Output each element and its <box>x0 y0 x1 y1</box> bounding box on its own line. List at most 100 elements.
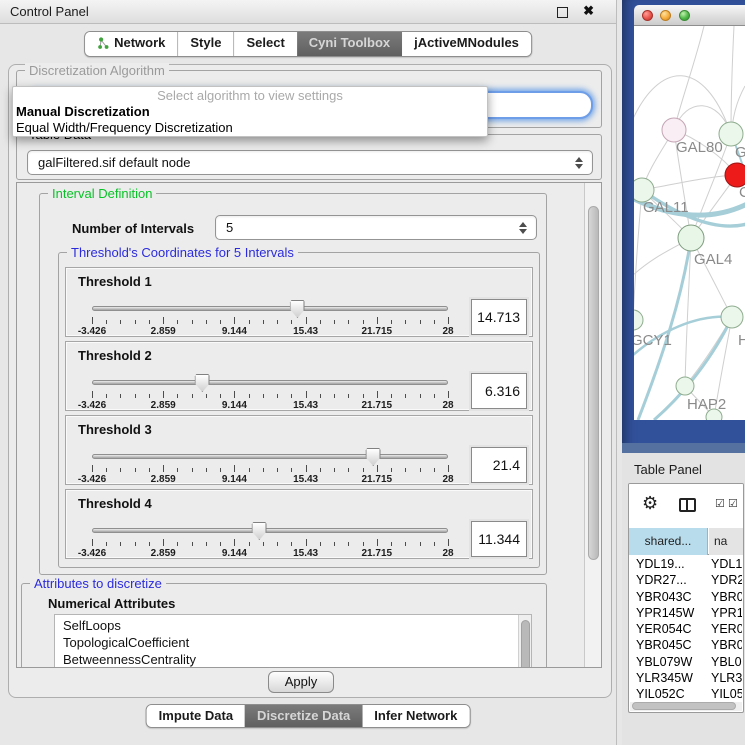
tab-select[interactable]: Select <box>233 32 296 56</box>
table-cell[interactable]: YIL05 <box>708 686 742 702</box>
attribute-item[interactable]: TopologicalCoefficient <box>55 634 531 651</box>
float-window-icon[interactable] <box>557 7 568 18</box>
column-header-shared-name[interactable]: shared... <box>629 528 708 555</box>
network-canvas[interactable]: GAL80 GA C GAL11 GAL4 GCY1 H HAP2 <box>634 26 745 420</box>
select-columns-icon[interactable] <box>715 498 725 510</box>
table-cell[interactable]: YLR345W <box>629 670 708 686</box>
number-of-intervals-combobox[interactable]: 5 <box>215 215 537 240</box>
network-icon <box>97 37 109 52</box>
threshold-2-slider[interactable]: -3.4262.8599.14415.4321.71528 <box>92 378 448 410</box>
table-data-combobox[interactable]: galFiltered.sif default node <box>27 150 593 175</box>
table-cell[interactable]: YBL079W <box>629 654 708 670</box>
table-cell[interactable]: YPR14 <box>708 605 742 621</box>
slider-thumb[interactable] <box>195 374 210 392</box>
zoom-traffic-light-icon[interactable] <box>679 10 690 21</box>
network-view-window: GAL80 GA C GAL11 GAL4 GCY1 H HAP2 <box>622 0 745 453</box>
apply-button[interactable]: Apply <box>268 671 334 693</box>
table-row[interactable]: YDL19...YDL19 <box>629 556 743 572</box>
tab-network[interactable]: Network <box>85 32 177 56</box>
threshold-4-slider[interactable]: -3.4262.8599.14415.4321.71528 <box>92 526 448 558</box>
table-row[interactable]: YIL052CYIL05 <box>629 686 743 702</box>
table-cell[interactable]: YDR27... <box>629 572 708 588</box>
slider-track[interactable] <box>92 380 448 385</box>
vertical-scrollbar[interactable] <box>584 183 601 667</box>
table-cell[interactable]: YPR145W <box>629 605 708 621</box>
tab-discretize-data[interactable]: Discretize Data <box>245 705 362 727</box>
table-row[interactable]: YPR145WYPR14 <box>629 605 743 621</box>
table-row[interactable]: YBR045CYBR04 <box>629 637 743 653</box>
slider-thumb[interactable] <box>290 300 305 318</box>
slider-track[interactable] <box>92 528 448 533</box>
table-row[interactable]: YBR043CYBR04 <box>629 589 743 605</box>
table-header: shared... na <box>629 528 743 555</box>
select-all-columns-icon[interactable] <box>728 498 738 510</box>
table-cell[interactable]: YDL19 <box>708 556 742 572</box>
gear-icon[interactable] <box>642 493 658 514</box>
algorithm-dropdown-popup: Select algorithm to view settings Manual… <box>12 86 488 137</box>
node-hap2[interactable] <box>676 377 694 395</box>
control-panel-titlebar: Control Panel <box>0 0 616 24</box>
node-label-hap2: HAP2 <box>687 396 726 413</box>
table-cell[interactable]: YER05 <box>708 621 742 637</box>
table-row[interactable]: YBL079WYBL07 <box>629 654 743 670</box>
slider-thumb[interactable] <box>366 448 381 466</box>
dropdown-prompt[interactable]: Select algorithm to view settings <box>13 87 487 104</box>
table-cell[interactable]: YLR34 <box>708 670 742 686</box>
threshold-2-value[interactable]: 6.316 <box>471 373 527 409</box>
close-traffic-light-icon[interactable] <box>642 10 653 21</box>
attribute-item[interactable]: SelfLoops <box>55 617 531 634</box>
table-cell[interactable]: YIL052C <box>629 686 708 702</box>
tab-jactivemnodules[interactable]: jActiveMNodules <box>402 32 531 56</box>
node-gal4[interactable] <box>678 225 704 251</box>
threshold-3-value[interactable]: 21.4 <box>471 447 527 483</box>
node-label-h: H <box>738 332 745 349</box>
close-icon[interactable] <box>583 3 594 19</box>
vertical-scrollbar-thumb[interactable] <box>588 206 599 560</box>
table-cell[interactable]: YDL19... <box>629 556 708 572</box>
table-cell[interactable]: YBR045C <box>629 637 708 653</box>
table-cell[interactable]: YBR04 <box>708 589 742 605</box>
table-row[interactable]: YDR27...YDR27 <box>629 572 743 588</box>
dropdown-option-manual[interactable]: Manual Discretization <box>13 104 487 120</box>
network-window-titlebar[interactable] <box>634 5 745 26</box>
threshold-4-value[interactable]: 11.344 <box>471 521 527 557</box>
numerical-attributes-list[interactable]: SelfLoopsTopologicalCoefficientBetweenne… <box>54 614 532 668</box>
table-body[interactable]: YDL19...YDL19YDR27...YDR27YBR043CYBR04YP… <box>629 556 743 702</box>
threshold-1-label: Threshold 1 <box>78 274 152 289</box>
horizontal-scrollbar[interactable] <box>630 702 742 711</box>
control-panel-tabbar: Network Style Select Cyni Toolbox jActiv… <box>84 31 532 57</box>
table-cell[interactable]: YBR04 <box>708 637 742 653</box>
column-header-name[interactable]: na <box>709 528 743 555</box>
attribute-item[interactable]: BetweennessCentrality <box>55 651 531 668</box>
tab-style[interactable]: Style <box>177 32 233 56</box>
list-scrollbar-thumb[interactable] <box>521 620 530 668</box>
node-gcy1[interactable] <box>634 310 643 330</box>
split-view-icon[interactable] <box>679 498 696 512</box>
tab-infer-network[interactable]: Infer Network <box>362 705 469 727</box>
threshold-1-slider[interactable]: -3.4262.8599.14415.4321.71528 <box>92 304 448 336</box>
table-cell[interactable]: YDR27 <box>708 572 742 588</box>
threshold-3-slider[interactable]: -3.4262.8599.14415.4321.71528 <box>92 452 448 484</box>
threshold-1-value[interactable]: 14.713 <box>471 299 527 335</box>
node-label-gcy1: GCY1 <box>634 332 672 349</box>
dropdown-option-equal-width[interactable]: Equal Width/Frequency Discretization <box>13 120 487 136</box>
horizontal-scrollbar-thumb[interactable] <box>632 702 736 710</box>
table-row[interactable]: YER054CYER05 <box>629 621 743 637</box>
tab-impute-data[interactable]: Impute Data <box>147 705 245 727</box>
number-of-intervals-value: 5 <box>226 220 233 235</box>
slider-thumb[interactable] <box>252 522 267 540</box>
table-cell[interactable]: YER054C <box>629 621 708 637</box>
tab-network-label: Network <box>114 35 165 50</box>
table-panel-title: Table Panel <box>634 462 702 477</box>
table-cell[interactable]: YBL07 <box>708 654 742 670</box>
slider-track[interactable] <box>92 306 448 311</box>
table-row[interactable]: YLR345WYLR34 <box>629 670 743 686</box>
node-h[interactable] <box>721 306 743 328</box>
table-cell[interactable]: YBR043C <box>629 589 708 605</box>
minimize-traffic-light-icon[interactable] <box>660 10 671 21</box>
threshold-4-label: Threshold 4 <box>78 496 152 511</box>
slider-track[interactable] <box>92 454 448 459</box>
list-scrollbar[interactable] <box>518 615 531 668</box>
tab-cyni-toolbox[interactable]: Cyni Toolbox <box>297 32 402 56</box>
table-panel: Table Panel shared... na YDL19...YDL19YD… <box>622 453 745 745</box>
